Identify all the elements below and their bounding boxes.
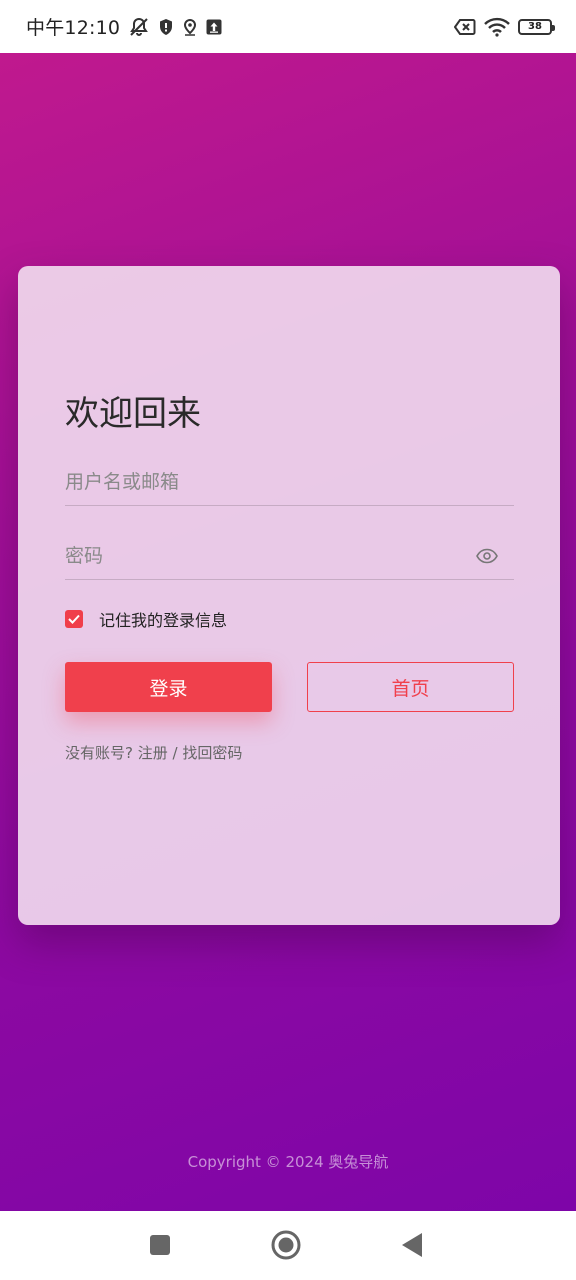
home-circle-icon[interactable] <box>270 1229 302 1261</box>
home-button[interactable]: 首页 <box>307 662 514 712</box>
back-triangle-icon[interactable] <box>396 1229 428 1261</box>
battery-level: 38 <box>528 21 542 32</box>
status-time: 中午12:10 <box>26 17 121 39</box>
remember-me[interactable]: 记住我的登录信息 <box>65 607 227 631</box>
remember-label: 记住我的登录信息 <box>99 611 228 630</box>
sim-x-icon <box>454 18 476 36</box>
wifi-icon <box>484 17 510 37</box>
login-button[interactable]: 登录 <box>65 662 272 712</box>
remember-checkbox[interactable] <box>65 610 83 628</box>
battery-icon: 38 <box>518 18 555 35</box>
recents-square-icon[interactable] <box>144 1229 176 1261</box>
login-card: 欢迎回来 记住我的登录信息 登录 首页 没有账号? <box>18 266 560 925</box>
username-field-wrapper <box>65 459 514 506</box>
eye-icon[interactable] <box>476 546 498 566</box>
password-field-wrapper <box>65 533 514 580</box>
password-input[interactable] <box>65 545 514 567</box>
screen: 中午12:10 38 欢迎回来 用户名或邮箱 记住我的登录信息 登录 首页 没有… <box>0 0 576 1280</box>
status-bar: 中午12:10 38 <box>0 0 576 53</box>
shield-icon <box>158 18 174 36</box>
check-icon <box>68 614 80 624</box>
status-right: 38 <box>454 17 555 37</box>
link-separator: / <box>172 744 178 762</box>
no-account-text: 没有账号? <box>65 744 133 762</box>
recover-password-link[interactable]: 找回密码 <box>182 744 242 762</box>
username-input[interactable] <box>65 471 514 493</box>
location-icon <box>182 18 198 36</box>
status-left: 中午12:10 <box>26 13 222 40</box>
mute-bell-icon <box>128 17 150 37</box>
account-links: 没有账号? 注册 / 找回密码 <box>65 742 242 763</box>
copyright: Copyright © 2024 奥兔导航 <box>187 1153 389 1171</box>
register-link[interactable]: 注册 <box>138 744 168 762</box>
upload-icon <box>206 19 222 35</box>
page-title: 欢迎回来 <box>65 394 201 434</box>
navigation-bar <box>0 1211 576 1280</box>
